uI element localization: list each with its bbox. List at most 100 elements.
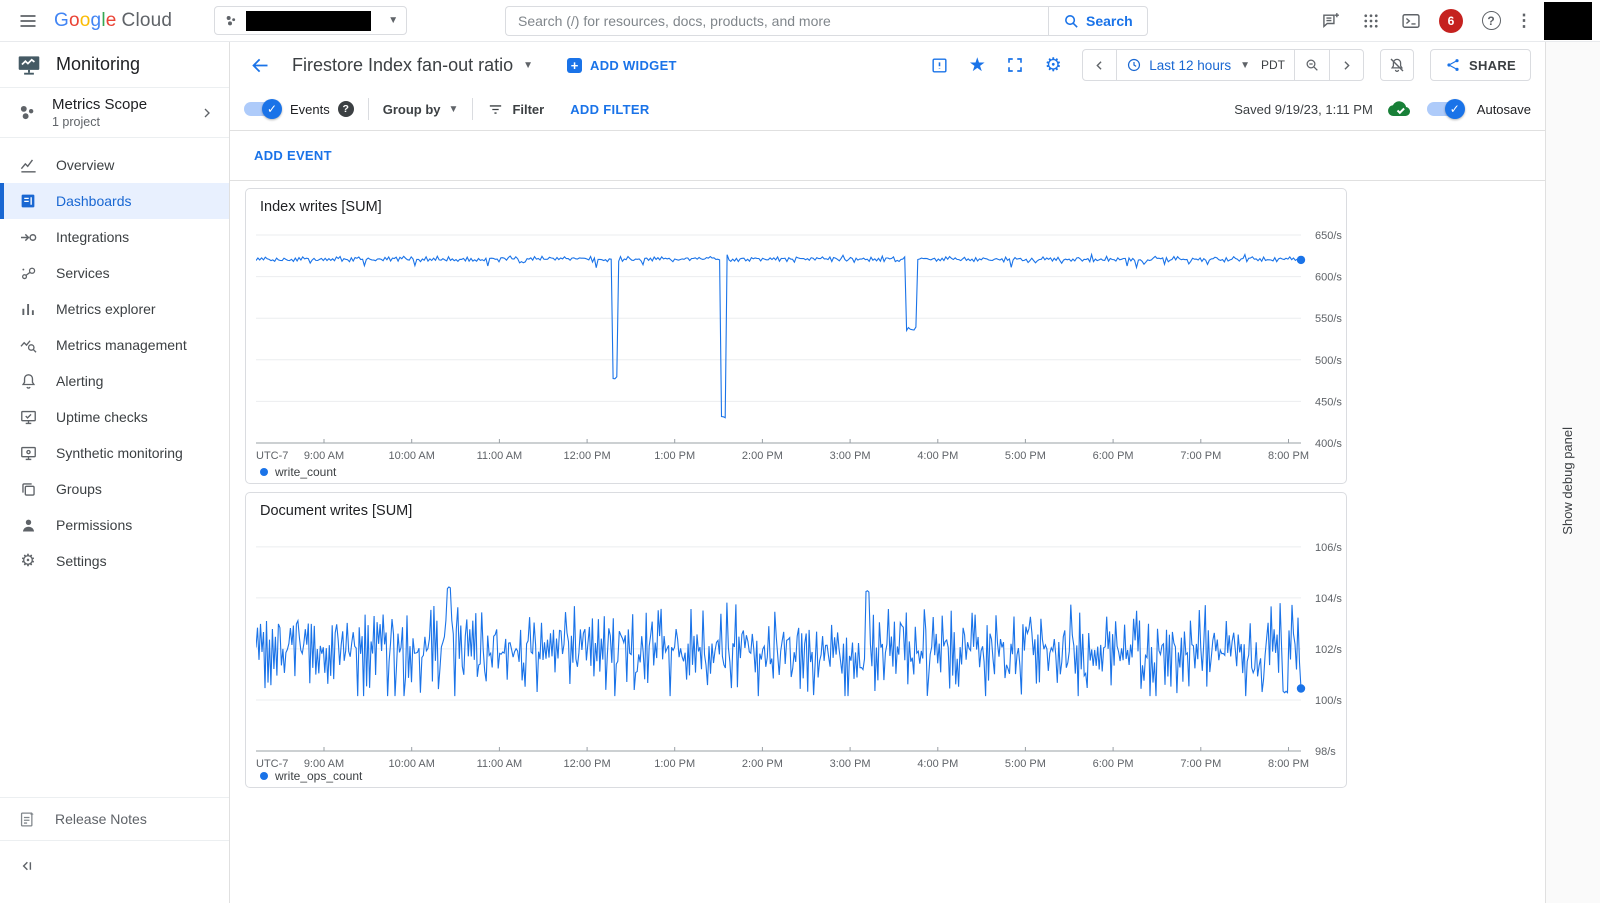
info-panel-icon[interactable] — [924, 50, 954, 80]
group-by-dropdown[interactable]: Group by ▼ — [383, 102, 459, 117]
svg-text:1:00 PM: 1:00 PM — [654, 758, 695, 770]
dashboard-title: Firestore Index fan-out ratio — [292, 55, 513, 76]
search-button[interactable]: Search — [1048, 6, 1148, 36]
notifications-badge[interactable]: 6 — [1434, 4, 1468, 38]
index-writes-chart[interactable]: 650/s600/s550/s500/s450/s400/s9:00 AM10:… — [256, 225, 1346, 475]
document-writes-card: Document writes [SUM] 106/s104/s102/s100… — [245, 492, 1347, 788]
snooze-alerts-button[interactable] — [1380, 49, 1414, 81]
svg-text:6:00 PM: 6:00 PM — [1093, 450, 1134, 462]
events-label: Events — [290, 102, 330, 117]
apps-grid-icon[interactable] — [1354, 4, 1388, 38]
add-widget-button[interactable]: + ADD WIDGET — [567, 58, 677, 73]
project-selector[interactable]: ▼ — [214, 6, 407, 35]
sidebar-item-integrations[interactable]: Integrations — [0, 219, 229, 255]
sidebar-item-permissions[interactable]: Permissions — [0, 507, 229, 543]
svg-text:7:00 PM: 7:00 PM — [1180, 450, 1221, 462]
sidebar-item-label: Synthetic monitoring — [56, 445, 183, 461]
sidebar-item-label: Uptime checks — [56, 409, 148, 425]
permissions-icon — [18, 515, 38, 535]
sidebar-item-services[interactable]: Services — [0, 255, 229, 291]
groups-icon — [18, 479, 38, 499]
events-bar: ADD EVENT — [230, 131, 1545, 181]
time-range-label: Last 12 hours — [1149, 58, 1231, 73]
metrics-explorer-icon — [18, 299, 38, 319]
time-caret-icon: ▼ — [1240, 60, 1250, 71]
svg-text:4:00 PM: 4:00 PM — [917, 450, 958, 462]
svg-text:104/s: 104/s — [1315, 593, 1342, 605]
sidebar-item-dashboards[interactable]: Dashboards — [0, 183, 229, 219]
filter-label: Filter — [512, 102, 544, 117]
back-arrow-button[interactable] — [244, 49, 276, 81]
show-debug-panel-button[interactable]: Show debug panel — [1560, 427, 1575, 535]
events-toggle[interactable]: ✓ — [244, 102, 278, 116]
sidebar-item-metrics-management[interactable]: Metrics management — [0, 327, 229, 363]
svg-text:12:00 PM: 12:00 PM — [564, 758, 611, 770]
monitoring-logo-icon — [16, 52, 42, 78]
title-dropdown-icon[interactable]: ▼ — [523, 60, 533, 71]
sidebar-item-overview[interactable]: Overview — [0, 147, 229, 183]
notification-count: 6 — [1439, 9, 1463, 33]
search-input[interactable] — [505, 6, 1048, 36]
add-filter-button[interactable]: ADD FILTER — [570, 102, 649, 117]
metrics-scope-selector[interactable]: Metrics Scope 1 project — [0, 88, 229, 138]
svg-text:5:00 PM: 5:00 PM — [1005, 758, 1046, 770]
favorite-star-icon[interactable]: ★ — [962, 50, 992, 80]
svg-text:98/s: 98/s — [1315, 746, 1336, 758]
filter-button[interactable]: Filter — [487, 101, 544, 118]
top-app-bar: Google Cloud ▼ Search — [0, 0, 1600, 42]
metrics-scope-icon — [16, 102, 38, 124]
metrics-scope-title: Metrics Scope — [52, 96, 147, 113]
cloud-shell-icon[interactable] — [1394, 4, 1428, 38]
release-notes-link[interactable]: Release Notes — [0, 797, 229, 841]
timezone-label: PDT — [1261, 58, 1285, 72]
svg-text:12:00 PM: 12:00 PM — [564, 450, 611, 462]
sidebar-item-groups[interactable]: Groups — [0, 471, 229, 507]
sidebar-item-uptime-checks[interactable]: Uptime checks — [0, 399, 229, 435]
document-writes-chart[interactable]: 106/s104/s102/s100/s98/s9:00 AM10:00 AM1… — [256, 529, 1346, 779]
autosave-toggle[interactable]: ✓ — [1427, 102, 1461, 116]
help-icon[interactable]: ? — [1474, 4, 1508, 38]
metrics-management-icon — [18, 335, 38, 355]
sidebar-item-label: Metrics management — [56, 337, 187, 353]
menu-icon[interactable] — [8, 1, 48, 41]
sidebar-item-alerting[interactable]: Alerting — [0, 363, 229, 399]
svg-text:650/s: 650/s — [1315, 230, 1342, 242]
sidebar-item-metrics-explorer[interactable]: Metrics explorer — [0, 291, 229, 327]
svg-text:10:00 AM: 10:00 AM — [388, 450, 434, 462]
uptime-checks-icon — [18, 407, 38, 427]
debug-panel-strip: Show debug panel — [1545, 42, 1600, 903]
sidebar-item-label: Dashboards — [56, 193, 132, 209]
sidebar-item-label: Metrics explorer — [56, 301, 156, 317]
feedback-icon[interactable] — [1314, 4, 1348, 38]
share-button[interactable]: SHARE — [1430, 49, 1531, 81]
time-back-button[interactable] — [1083, 50, 1116, 80]
sidebar-item-synthetic-monitoring[interactable]: Synthetic monitoring — [0, 435, 229, 471]
fullscreen-icon[interactable] — [1000, 50, 1030, 80]
svg-text:4:00 PM: 4:00 PM — [917, 758, 958, 770]
events-help-icon[interactable]: ? — [338, 101, 354, 117]
legend-dot — [260, 468, 268, 476]
time-forward-button[interactable] — [1329, 50, 1363, 80]
avatar[interactable] — [1544, 2, 1592, 40]
dashboard-settings-gear-icon[interactable]: ⚙ — [1038, 50, 1068, 80]
svg-text:600/s: 600/s — [1315, 272, 1342, 284]
svg-text:10:00 AM: 10:00 AM — [388, 758, 434, 770]
zoom-out-button[interactable] — [1294, 50, 1329, 80]
collapse-sidebar-button[interactable] — [0, 846, 229, 886]
sidebar-item-settings[interactable]: ⚙ Settings — [0, 543, 229, 579]
svg-text:9:00 AM: 9:00 AM — [304, 450, 344, 462]
svg-text:5:00 PM: 5:00 PM — [1005, 450, 1046, 462]
more-options-icon[interactable]: ⋮ — [1514, 4, 1534, 38]
monitoring-header: Monitoring — [0, 42, 229, 88]
search-button-label: Search — [1086, 13, 1133, 29]
share-icon — [1445, 57, 1461, 73]
svg-text:102/s: 102/s — [1315, 644, 1342, 656]
time-range-control: Last 12 hours ▼ PDT — [1082, 49, 1364, 81]
time-range-selector[interactable]: Last 12 hours ▼ PDT — [1116, 50, 1294, 80]
sidebar-item-label: Integrations — [56, 229, 129, 245]
add-event-button[interactable]: ADD EVENT — [254, 148, 332, 163]
app-title: Monitoring — [56, 54, 140, 75]
svg-text:11:00 AM: 11:00 AM — [477, 450, 523, 462]
alarm-off-icon — [1388, 56, 1406, 74]
saved-status: Saved 9/19/23, 1:11 PM — [1234, 102, 1373, 117]
